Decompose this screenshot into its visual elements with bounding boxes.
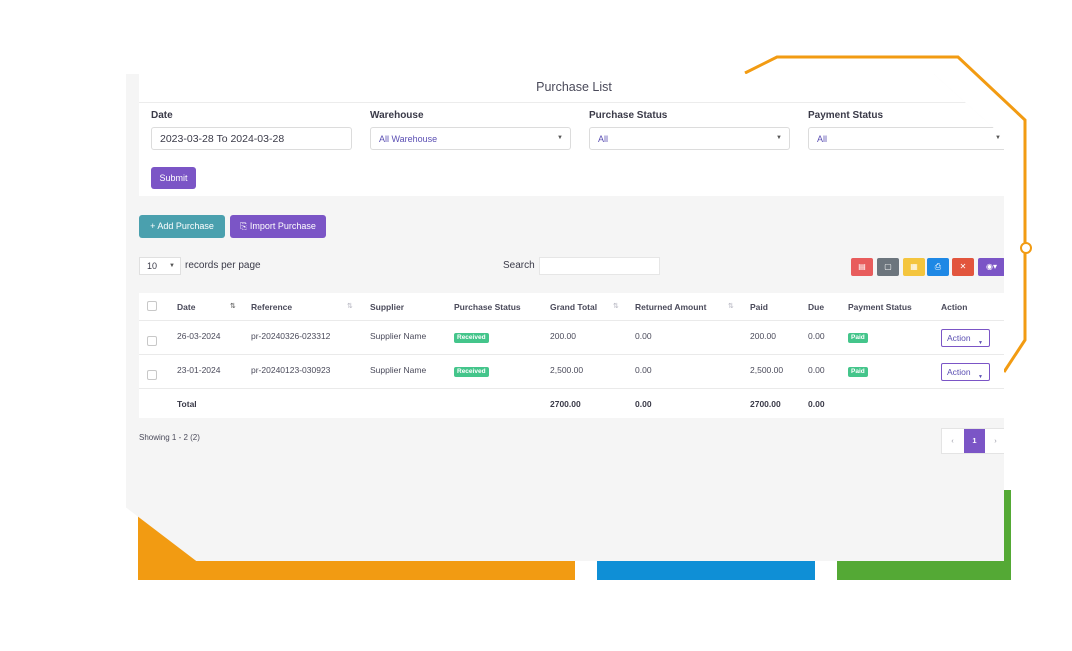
payment-badge: Paid: [848, 367, 868, 377]
records-per-page-label: records per page: [185, 260, 261, 271]
add-purchase-button[interactable]: + Add Purchase: [139, 215, 225, 238]
row-action-label: Action: [947, 333, 971, 343]
column-header-grand-total[interactable]: Grand Total: [550, 293, 597, 321]
sort-icon[interactable]: ⇅: [613, 302, 619, 310]
pagination: ‹ 1 ›: [941, 428, 1004, 454]
column-header-purchase-status[interactable]: Purchase Status: [454, 293, 521, 321]
total-paid: 2700.00: [750, 399, 781, 409]
page-length-value: 10: [147, 261, 158, 271]
stage: Purchase List Date 2023-03-28 To 2024-03…: [0, 0, 1072, 651]
date-filter-label: Date: [151, 110, 173, 121]
cell-date: 23-01-2024: [177, 365, 221, 375]
header-divider: [139, 320, 1004, 321]
chevron-down-icon: ▼: [978, 374, 983, 380]
sort-desc-icon[interactable]: ⇅: [230, 302, 236, 310]
cell-supplier: Supplier Name: [370, 365, 427, 375]
filter-panel: Purchase List Date 2023-03-28 To 2024-03…: [139, 74, 1004, 196]
print-icon[interactable]: ⎙: [927, 258, 949, 276]
purchase-status-filter-label: Purchase Status: [589, 110, 668, 121]
chevron-down-icon: ▼: [978, 340, 983, 346]
status-badge: Received: [454, 367, 489, 377]
warehouse-select-value: All Warehouse: [379, 134, 438, 144]
cell-paid: 200.00: [750, 331, 776, 341]
column-header-supplier[interactable]: Supplier: [370, 293, 404, 321]
warehouse-select[interactable]: All Warehouse ▼: [370, 127, 571, 150]
cell-supplier: Supplier Name: [370, 331, 427, 341]
import-purchase-label: Import Purchase: [249, 221, 316, 231]
total-label: Total: [177, 399, 197, 409]
payment-status-select[interactable]: All ▼: [808, 127, 1004, 150]
pdf-icon[interactable]: ▤: [851, 258, 873, 276]
search-input[interactable]: [539, 257, 660, 275]
cell-due: 0.00: [808, 331, 825, 341]
cell-paid: 2,500.00: [750, 365, 784, 375]
submit-button[interactable]: Submit: [151, 167, 196, 189]
chevron-down-icon: ▼: [169, 263, 175, 269]
chevron-down-icon: ▼: [995, 135, 1001, 141]
row-checkbox[interactable]: [147, 336, 157, 346]
cell-reference: pr-20240326-023312: [251, 331, 331, 341]
page-title: Purchase List: [536, 80, 612, 94]
import-purchase-button[interactable]: ⎘ Import Purchase: [230, 215, 326, 238]
payment-status-select-value: All: [817, 134, 828, 144]
column-header-returned-amount[interactable]: Returned Amount: [635, 293, 706, 321]
showing-info: Showing 1 - 2 (2): [139, 433, 200, 442]
total-grand-total: 2700.00: [550, 399, 581, 409]
cell-grand-total: 2,500.00: [550, 365, 584, 375]
cell-due: 0.00: [808, 365, 825, 375]
select-all-checkbox[interactable]: [147, 301, 157, 311]
next-page-button[interactable]: ›: [985, 429, 1004, 453]
purchase-status-select[interactable]: All ▼: [589, 127, 790, 150]
page-1-button[interactable]: 1: [964, 429, 985, 453]
cell-reference: pr-20240123-030923: [251, 365, 331, 375]
row-checkbox[interactable]: [147, 370, 157, 380]
cell-grand-total: 200.00: [550, 331, 576, 341]
csv-icon[interactable]: ▢: [877, 258, 899, 276]
column-header-payment-status[interactable]: Payment Status: [848, 293, 912, 321]
delete-icon[interactable]: ✕: [952, 258, 974, 276]
decor-ring-icon: [1020, 242, 1032, 254]
payment-status-filter-label: Payment Status: [808, 110, 884, 121]
warehouse-filter-label: Warehouse: [370, 110, 424, 121]
column-header-date[interactable]: Date: [177, 293, 195, 321]
search-label: Search: [503, 260, 535, 271]
chevron-down-icon: ▼: [776, 135, 782, 141]
column-visibility-icon[interactable]: ◉▾: [978, 258, 1004, 276]
status-badge: Received: [454, 333, 489, 343]
column-header-paid[interactable]: Paid: [750, 293, 768, 321]
column-header-reference[interactable]: Reference: [251, 293, 292, 321]
page-length-select[interactable]: 10 ▼: [139, 257, 181, 275]
row-action-button[interactable]: Action ▼: [941, 363, 990, 381]
row-divider: [139, 354, 1004, 355]
purchase-table: Date ⇅ Reference ⇅ Supplier Purchase Sta…: [139, 293, 1004, 418]
payment-badge: Paid: [848, 333, 868, 343]
excel-icon[interactable]: ▦: [903, 258, 925, 276]
import-file-icon: ⎘: [240, 221, 250, 231]
cell-returned-amount: 0.00: [635, 365, 652, 375]
chevron-down-icon: ▼: [557, 135, 563, 141]
cell-date: 26-03-2024: [177, 331, 221, 341]
row-action-button[interactable]: Action ▼: [941, 329, 990, 347]
title-divider: [139, 102, 1004, 103]
date-range-input[interactable]: 2023-03-28 To 2024-03-28: [151, 127, 352, 150]
total-returned-amount: 0.00: [635, 399, 652, 409]
purchase-list-card: Purchase List Date 2023-03-28 To 2024-03…: [126, 74, 1004, 561]
purchase-status-select-value: All: [598, 134, 609, 144]
total-due: 0.00: [808, 399, 825, 409]
row-action-label: Action: [947, 367, 971, 377]
prev-page-button[interactable]: ‹: [942, 429, 963, 453]
sort-icon[interactable]: ⇅: [728, 302, 734, 310]
column-header-action[interactable]: Action: [941, 293, 967, 321]
column-header-due[interactable]: Due: [808, 293, 824, 321]
sort-icon[interactable]: ⇅: [347, 302, 353, 310]
row-divider: [139, 388, 1004, 389]
cell-returned-amount: 0.00: [635, 331, 652, 341]
